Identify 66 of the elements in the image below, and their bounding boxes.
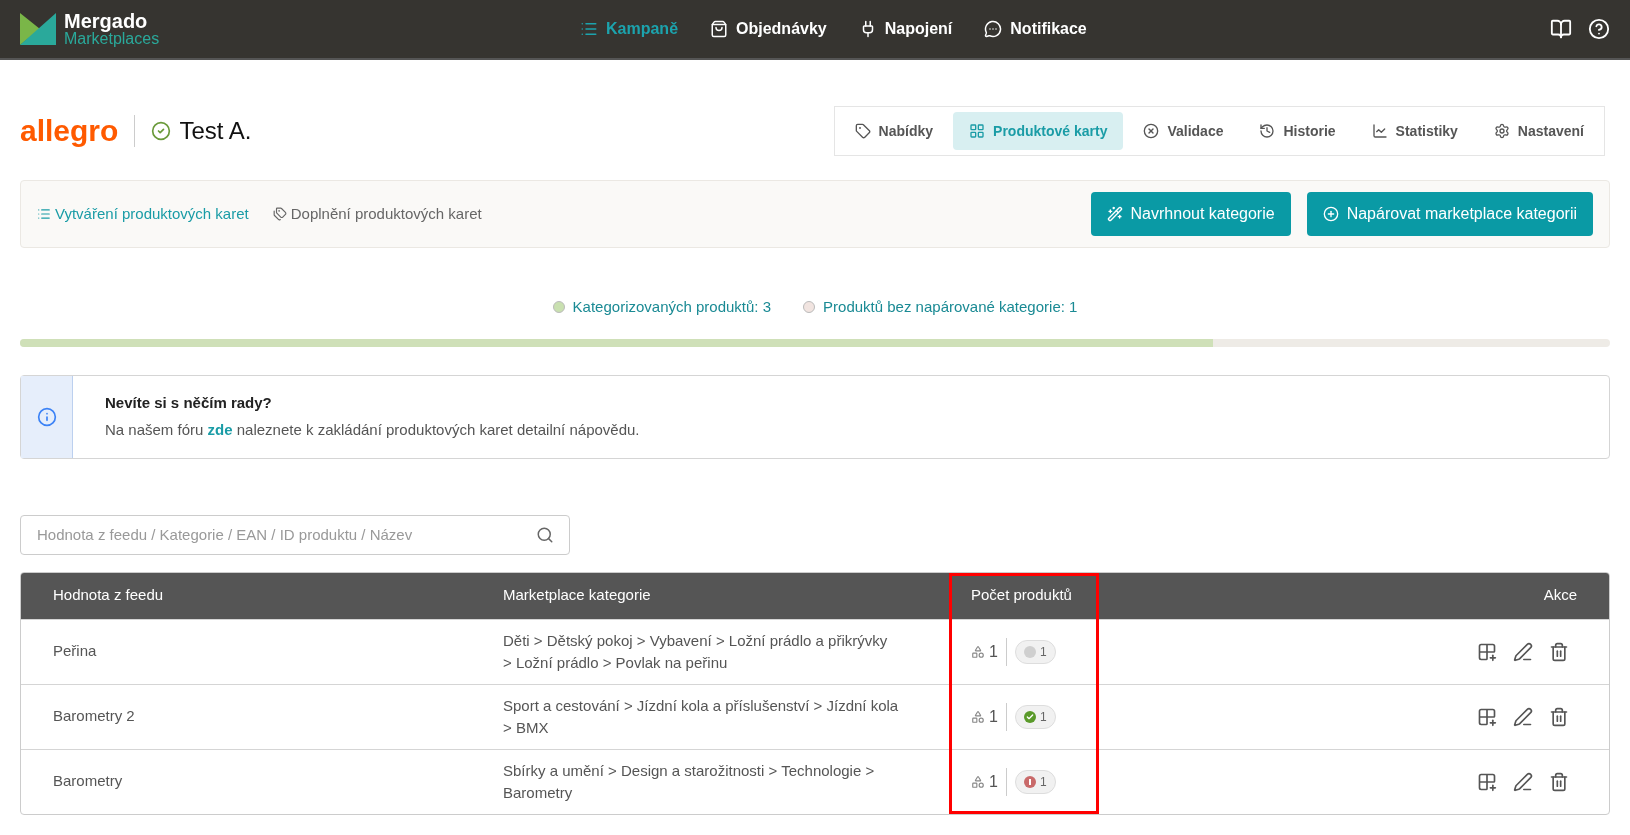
circle-x-icon	[1143, 123, 1160, 139]
brand-subtitle: Marketplaces	[64, 31, 160, 47]
product-count: 1	[989, 771, 998, 792]
nav-link[interactable]: Napojení	[858, 17, 953, 41]
brand-name: Mergado	[64, 11, 149, 31]
tab[interactable]: Nabídky	[838, 112, 950, 150]
table-cell: Barometry 2	[53, 707, 135, 725]
search-icon[interactable]	[536, 525, 554, 544]
table-cell-text: Sport a cestování > Jízdní kola a příslušenství > Jízdní kola > BMX	[503, 695, 899, 738]
table-cell: Barometry	[53, 772, 123, 790]
delete-icon[interactable]	[1549, 771, 1569, 792]
edit-icon[interactable]	[1513, 771, 1533, 792]
tab[interactable]: Historie	[1243, 112, 1352, 150]
wand-icon	[1106, 206, 1123, 222]
column-header: Akce	[1543, 586, 1577, 604]
shop-name: Test A.	[179, 116, 252, 146]
table-cell: Peřina	[53, 642, 97, 660]
info-icon	[36, 406, 57, 427]
clock-icon	[1259, 123, 1276, 139]
nav-link[interactable]: Notifikace	[984, 17, 1087, 41]
product-count: 1	[989, 641, 998, 662]
column-header: Počet produktů	[971, 586, 1072, 604]
check-circle-icon	[151, 121, 172, 141]
column-header: Hodnota z feedu	[53, 586, 164, 604]
info-text: Na našem fóru zde naleznete k zakládání produktových karet detailní nápovědu.	[105, 419, 640, 440]
product-count: 1	[989, 706, 998, 727]
status-badge: 1	[1014, 639, 1056, 664]
edit-icon[interactable]	[1513, 641, 1533, 662]
marketplace-logo: allegro	[20, 116, 119, 146]
list-icon	[580, 20, 598, 38]
chat-icon	[984, 20, 1003, 38]
nav-link[interactable]: Objednávky	[710, 17, 827, 41]
add-grid-icon[interactable]	[1477, 706, 1497, 727]
delete-icon[interactable]	[1549, 641, 1569, 662]
status-badge: 1	[1014, 704, 1056, 729]
settings-icon	[1493, 123, 1510, 139]
tags-icon	[272, 207, 287, 221]
delete-icon[interactable]	[1549, 706, 1569, 727]
tab[interactable]: Statistiky	[1355, 112, 1474, 150]
bag-icon	[710, 20, 729, 38]
shapes-icon	[971, 644, 985, 659]
add-grid-icon[interactable]	[1477, 771, 1497, 792]
search-field[interactable]: Hodnota z feedu / Kategorie / EAN / ID produktu / Název	[20, 514, 570, 555]
tag-icon	[854, 123, 871, 139]
tab[interactable]: Validace	[1127, 112, 1240, 150]
table-cell-text: Sbírky a umění > Design a starožitnosti > Technologie > Barometry	[503, 760, 876, 803]
legend-label: Produktů bez napárované kategorie: 1	[823, 297, 1078, 317]
tab[interactable]: Nastavení	[1477, 112, 1600, 150]
logo-icon	[20, 13, 56, 45]
add-grid-icon[interactable]	[1477, 641, 1497, 662]
plus-circle-icon	[1322, 206, 1339, 222]
status-badge: 1	[1014, 769, 1056, 794]
book-icon[interactable]	[1550, 18, 1572, 40]
nav-link[interactable]: Kampaně	[580, 17, 679, 41]
grid-icon	[969, 123, 986, 139]
table-cell-text: Děti > Dětský pokoj > Vybavení > Ložní prádlo a přikrývky > Ložní prádlo > Povlak na peřinu	[503, 630, 889, 673]
list-icon	[37, 207, 51, 221]
help-icon[interactable]	[1588, 18, 1610, 40]
edit-icon[interactable]	[1513, 706, 1533, 727]
shapes-icon	[971, 709, 985, 724]
line-chart-icon	[1371, 123, 1388, 139]
info-title: Nevíte si s něčím rady?	[105, 393, 273, 413]
column-header: Marketplace kategorie	[503, 586, 651, 604]
subnav-link[interactable]: Doplnění produktových karet	[272, 202, 482, 226]
shapes-icon	[971, 774, 985, 789]
legend-label: Kategorizovaných produktů: 3	[572, 297, 772, 317]
